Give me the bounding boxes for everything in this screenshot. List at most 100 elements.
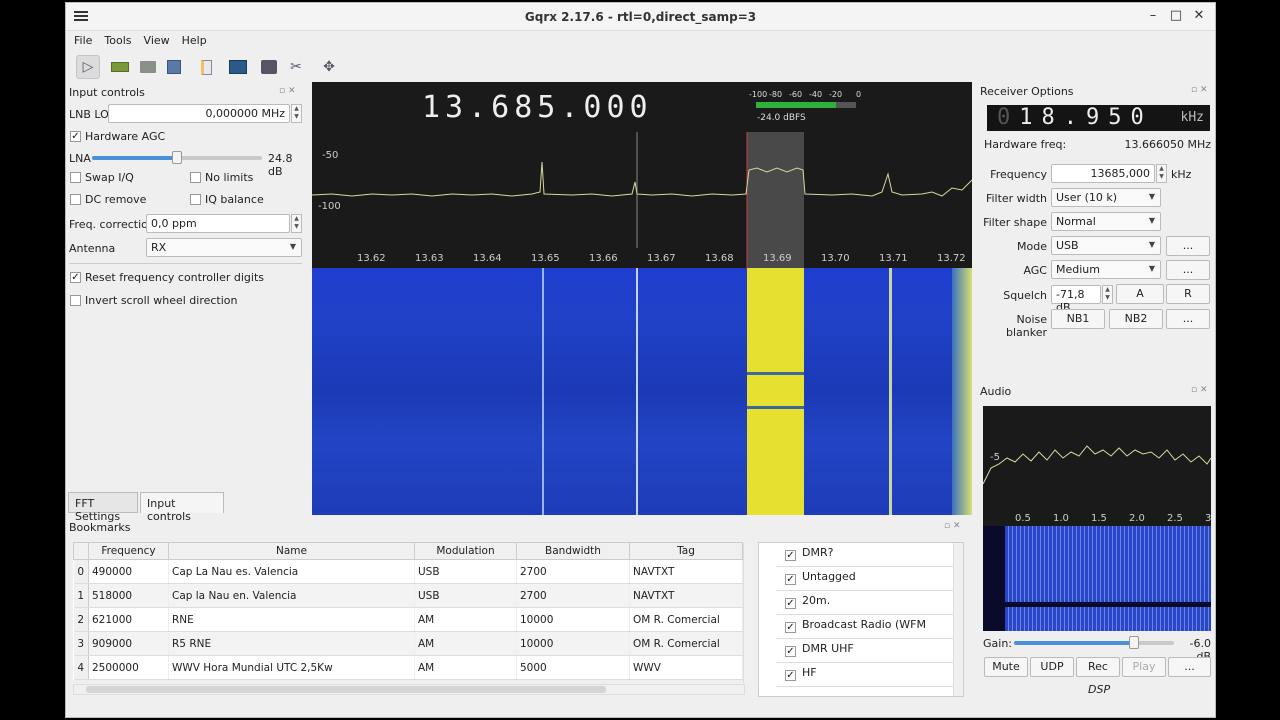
menu-tools[interactable]: Tools xyxy=(100,32,135,49)
audio-waterfall[interactable] xyxy=(983,526,1211,631)
open-icon[interactable] xyxy=(136,55,160,79)
cell-frequency: 518000 xyxy=(88,583,169,608)
audio-options-button[interactable]: ... xyxy=(1168,657,1211,677)
list-item[interactable]: ✓ 20m. xyxy=(777,591,953,615)
audio-x-tick: 1.5 xyxy=(1091,513,1107,524)
column-header[interactable]: Bandwidth xyxy=(516,542,630,560)
tab-input-controls[interactable]: Input controls xyxy=(140,492,224,523)
lnb-lo-spinner[interactable]: ▲ ▼ xyxy=(291,104,302,123)
tag-list-scrollbar[interactable] xyxy=(953,543,963,696)
list-item[interactable]: ✓ DMR? xyxy=(777,543,953,567)
record-button[interactable]: Rec xyxy=(1076,657,1120,677)
frequency-readout[interactable]: 13.685.000 xyxy=(422,90,653,125)
tab-fft-settings[interactable]: FFT Settings xyxy=(68,492,138,523)
udp-button[interactable]: UDP xyxy=(1030,657,1074,677)
table-horizontal-scrollbar[interactable] xyxy=(73,684,745,695)
dock-buttons[interactable]: ▫ ✕ xyxy=(1191,85,1208,95)
squelch-reset-button[interactable]: R xyxy=(1166,284,1210,304)
audio-fft-trace xyxy=(983,445,1211,485)
nb1-button[interactable]: NB1 xyxy=(1051,309,1105,329)
table-row[interactable]: 2 621000 RNE AM 10000 OM R. Comercial xyxy=(73,607,743,632)
audio-wf-signal xyxy=(1005,526,1211,631)
nb-options-button[interactable]: ... xyxy=(1166,309,1210,329)
table-row[interactable]: 0 490000 Cap La Nau es. Valencia USB 2700 NAV… xyxy=(73,559,743,584)
remote-icon[interactable] xyxy=(257,55,281,79)
hardware-icon[interactable] xyxy=(108,55,132,79)
dc-remove-checkbox[interactable] xyxy=(70,194,81,205)
scrollbar-thumb[interactable] xyxy=(86,686,606,693)
table-row[interactable]: 4 2500000 WWV Hora Mundial UTC 2,5Kw AM 5000… xyxy=(73,655,743,680)
audio-gain-slider[interactable] xyxy=(1014,636,1174,649)
dock-buttons[interactable]: ▫ ✕ xyxy=(1191,385,1208,395)
menu-help[interactable]: Help xyxy=(178,32,211,49)
invert-scroll-checkbox[interactable] xyxy=(70,295,81,306)
reset-digits-checkbox[interactable]: ✓ xyxy=(70,272,81,283)
column-header[interactable]: Tag xyxy=(629,542,743,560)
lnb-lo-field[interactable]: 0,000000 MHz xyxy=(108,104,290,123)
lna-slider-handle[interactable] xyxy=(172,151,182,164)
frequency-spinner[interactable]: ▲ ▼ xyxy=(1156,164,1167,183)
play-icon[interactable]: ▷ xyxy=(76,55,100,79)
document-icon[interactable] xyxy=(194,55,218,79)
audio-fft-plot[interactable]: -5 0.5 1.0 1.5 2.0 2.5 3 xyxy=(983,406,1211,526)
dock-buttons[interactable]: ▫ ✕ xyxy=(944,521,961,531)
tag-checkbox[interactable]: ✓ xyxy=(785,646,796,657)
tag-checkbox[interactable]: ✓ xyxy=(785,670,796,681)
tag-checkbox[interactable]: ✓ xyxy=(785,550,796,561)
freq-correction-field[interactable]: 0,0 ppm xyxy=(146,214,290,233)
mode-select[interactable]: USB ▼ xyxy=(1051,236,1161,255)
mute-button[interactable]: Mute xyxy=(984,657,1028,677)
filter-passband[interactable] xyxy=(747,132,804,268)
table-vertical-scrollbar[interactable] xyxy=(743,543,753,683)
tools-icon[interactable]: ✂ xyxy=(284,55,308,79)
menu-file[interactable]: File xyxy=(70,32,96,49)
filter-width-select[interactable]: User (10 k) ▼ xyxy=(1051,188,1161,207)
hw-freq-value: 13.666050 MHz xyxy=(1124,138,1211,151)
spectrum-icon[interactable] xyxy=(226,55,250,79)
tag-checkbox[interactable]: ✓ xyxy=(785,574,796,585)
play-button[interactable]: Play xyxy=(1122,657,1166,677)
tag-checkbox[interactable]: ✓ xyxy=(785,622,796,633)
lna-slider[interactable] xyxy=(92,151,262,164)
save-icon[interactable] xyxy=(162,55,186,79)
squelch-spinner[interactable]: ▲ ▼ xyxy=(1102,285,1113,304)
audio-gain-handle[interactable] xyxy=(1129,636,1139,649)
list-item[interactable]: ✓ HF xyxy=(777,663,953,687)
close-button[interactable]: ✕ xyxy=(1190,8,1208,23)
swap-iq-checkbox[interactable] xyxy=(70,172,81,183)
mode-options-button[interactable]: ... xyxy=(1166,236,1210,256)
hardware-agc-checkbox[interactable]: ✓ xyxy=(70,131,81,142)
list-item[interactable]: ✓ DMR UHF xyxy=(777,639,953,663)
iq-balance-checkbox[interactable] xyxy=(190,194,201,205)
list-item[interactable]: ✓ Untagged xyxy=(777,567,953,591)
table-row[interactable]: 1 518000 Cap la Nau en. Valencia USB 2700 NAV… xyxy=(73,583,743,608)
column-header[interactable]: Name xyxy=(168,542,415,560)
minimize-button[interactable]: – xyxy=(1144,8,1162,23)
meter-tick: 0 xyxy=(856,90,862,99)
tag-checkbox[interactable]: ✓ xyxy=(785,598,796,609)
audio-fft-svg xyxy=(983,445,1211,485)
table-row[interactable]: 3 909000 R5 RNE AM 10000 OM R. Comercial xyxy=(73,631,743,656)
dock-buttons[interactable]: ▫ ✕ xyxy=(279,86,296,96)
list-item[interactable]: ✓ Broadcast Radio (WFM xyxy=(777,615,953,639)
squelch-auto-button[interactable]: A xyxy=(1116,284,1164,304)
freq-correction-spinner[interactable]: ▲ ▼ xyxy=(291,214,302,233)
column-header[interactable]: Modulation xyxy=(414,542,517,560)
offset-lcd[interactable]: 018.950 kHz xyxy=(987,105,1210,131)
frequency-field[interactable]: 13685,000 xyxy=(1051,164,1155,183)
agc-select[interactable]: Medium ▼ xyxy=(1051,260,1161,279)
spectrum-display[interactable]: 13.685.000 -100 -80 -60 -40 -20 0 -24.0 … xyxy=(312,82,972,515)
nb2-button[interactable]: NB2 xyxy=(1109,309,1163,329)
antenna-select[interactable]: RX ▼ xyxy=(146,238,302,257)
filter-shape-select[interactable]: Normal ▼ xyxy=(1051,212,1161,231)
column-header[interactable]: Frequency xyxy=(88,542,169,560)
agc-options-button[interactable]: ... xyxy=(1166,260,1210,280)
lna-label: LNA xyxy=(69,152,91,165)
waterfall[interactable] xyxy=(312,268,972,515)
menu-view[interactable]: View xyxy=(140,32,174,49)
move-icon[interactable]: ✥ xyxy=(317,55,341,79)
maximize-button[interactable]: □ xyxy=(1167,8,1185,23)
no-limits-checkbox[interactable] xyxy=(190,172,201,183)
fft-plot[interactable]: 13.685.000 -100 -80 -60 -40 -20 0 -24.0 … xyxy=(312,82,972,268)
squelch-field[interactable]: -71,8 dB xyxy=(1051,285,1101,314)
